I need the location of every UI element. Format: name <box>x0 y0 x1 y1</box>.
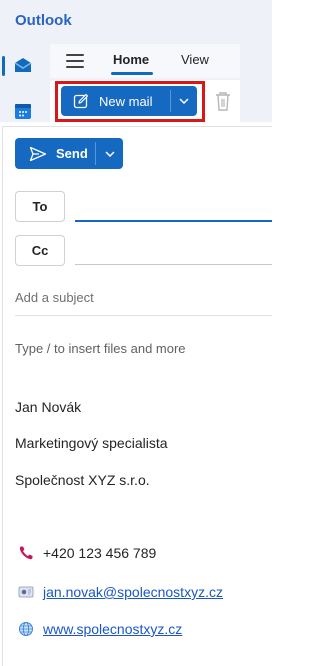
calendar-icon[interactable] <box>13 102 33 120</box>
to-button[interactable]: To <box>15 191 65 222</box>
highlight-box <box>55 81 205 122</box>
to-field[interactable] <box>75 220 272 222</box>
app-title: Outlook <box>15 12 72 29</box>
tab-view[interactable]: View <box>181 52 209 67</box>
send-label: Send <box>56 146 88 161</box>
signature-email-link[interactable]: jan.novak@spolecnostxyz.cz <box>43 584 223 600</box>
tab-home-underline <box>111 72 153 75</box>
signature-website-link[interactable]: www.spolecnostxyz.cz <box>43 621 182 637</box>
phone-icon <box>17 544 35 562</box>
subject-input[interactable]: Add a subject <box>15 290 272 305</box>
send-dropdown[interactable] <box>96 138 123 169</box>
send-split-button: Send <box>15 138 123 169</box>
signature-company: Společnost XYZ s.r.o. <box>15 472 150 488</box>
email-icon <box>17 583 35 601</box>
signature-email-row: jan.novak@spolecnostxyz.cz <box>17 583 223 601</box>
app-rail <box>0 40 44 122</box>
rail-selected-indicator <box>2 56 5 76</box>
send-icon <box>29 146 47 161</box>
envelope-icon[interactable] <box>13 56 33 74</box>
hamburger-icon[interactable] <box>66 54 84 68</box>
signature-name: Jan Novák <box>15 399 82 415</box>
signature-web-row: www.spolecnostxyz.cz <box>17 620 182 638</box>
signature-phone: +420 123 456 789 <box>43 545 157 561</box>
signature-phone-row: +420 123 456 789 <box>17 544 156 562</box>
ribbon-tab-bar: Home View <box>50 44 240 78</box>
subject-divider <box>15 315 272 316</box>
send-button[interactable]: Send <box>15 138 95 169</box>
signature-role: Marketingový specialista <box>15 435 168 451</box>
globe-icon <box>17 620 35 638</box>
chevron-down-icon <box>104 150 115 157</box>
cc-button[interactable]: Cc <box>15 235 65 266</box>
cc-field[interactable] <box>75 264 272 265</box>
body-hint[interactable]: Type / to insert files and more <box>15 341 186 356</box>
tab-home[interactable]: Home <box>113 52 149 67</box>
trash-icon[interactable] <box>214 90 232 112</box>
